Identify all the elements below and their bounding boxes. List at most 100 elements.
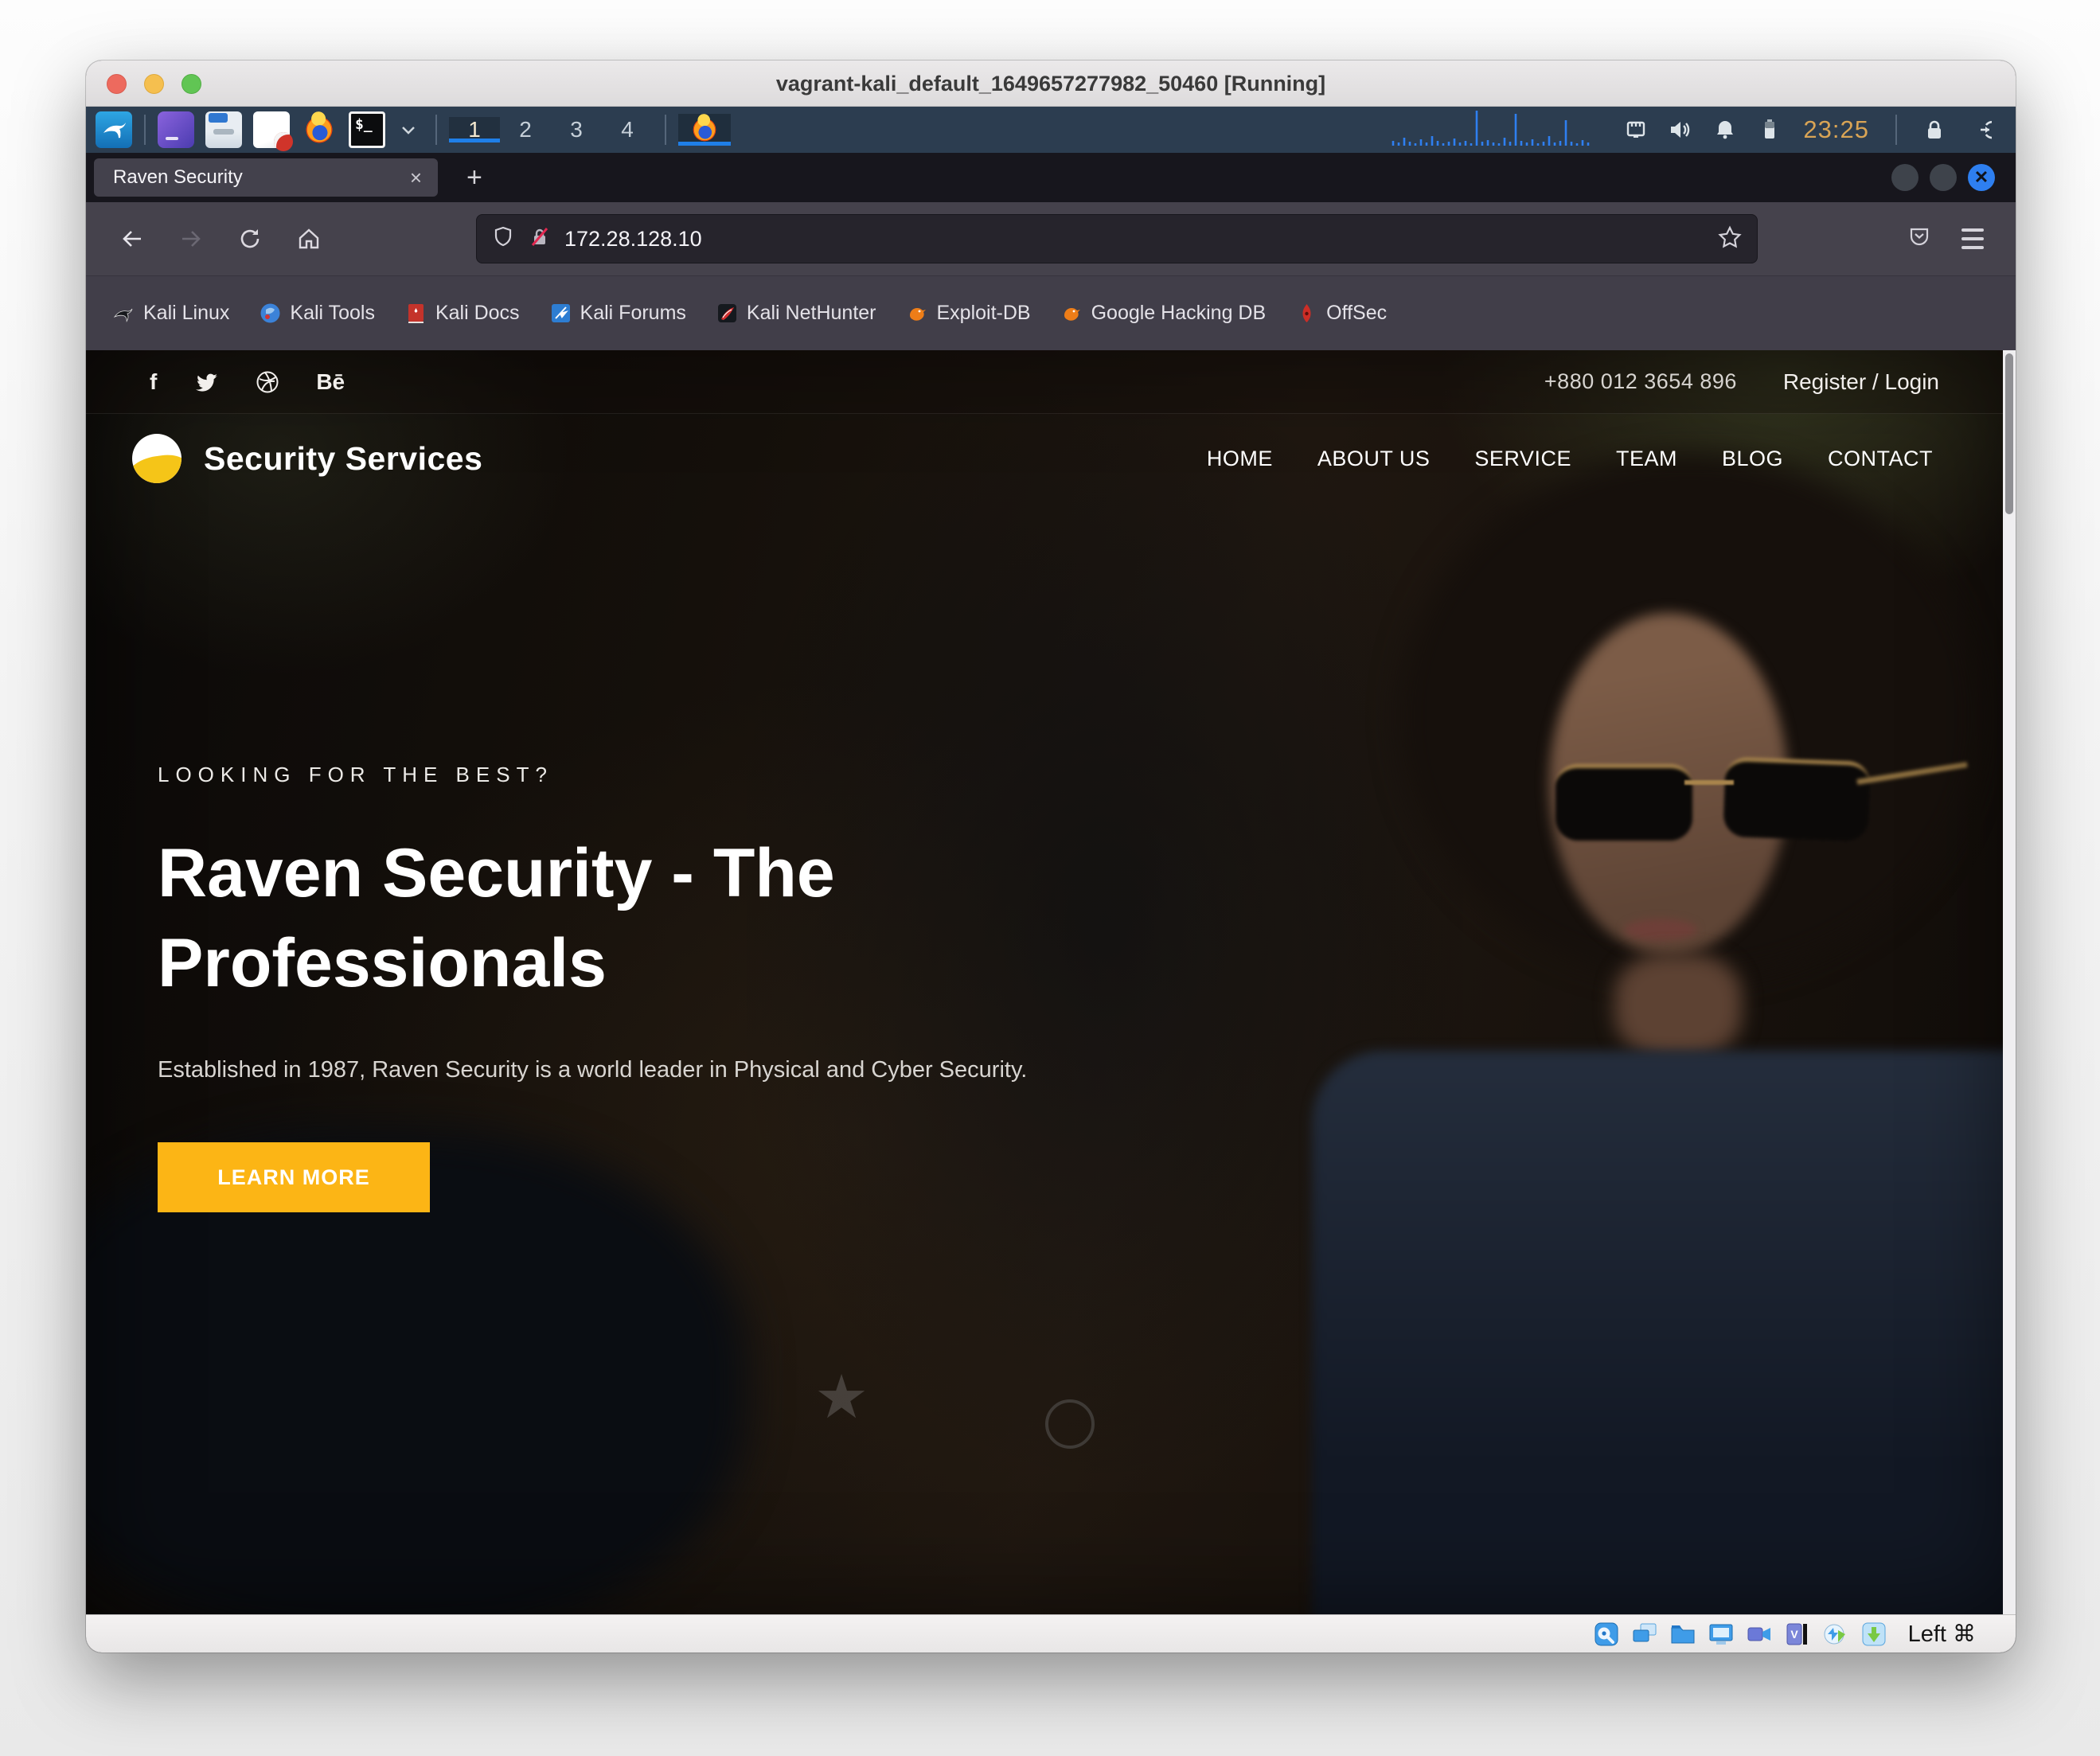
workspace-2[interactable]: 2 xyxy=(500,117,551,142)
site-header: Security Services HOME ABOUT US SERVICE … xyxy=(86,414,2003,503)
workspace-4[interactable]: 4 xyxy=(602,117,653,142)
hero-eyebrow: LOOKING FOR THE BEST? xyxy=(158,763,1272,787)
display-status-icon[interactable] xyxy=(1708,1621,1735,1648)
learn-more-button[interactable]: LEARN MORE xyxy=(158,1142,430,1212)
firefox-launcher-icon[interactable] xyxy=(301,111,338,148)
nav-team[interactable]: TEAM xyxy=(1616,447,1677,471)
nav-home[interactable]: HOME xyxy=(1207,447,1273,471)
nav-blog[interactable]: BLOG xyxy=(1722,447,1783,471)
dribbble-icon[interactable] xyxy=(256,370,279,394)
navigation-toolbar: 172.28.128.10 xyxy=(86,202,2016,275)
bookmark-google-hacking-db[interactable]: Google Hacking DB xyxy=(1061,302,1267,325)
desktop-background: vagrant-kali_default_1649657277982_50460… xyxy=(0,0,2100,1756)
displays-status-icon[interactable] xyxy=(1631,1621,1658,1648)
notifications-bell-icon[interactable] xyxy=(1706,111,1744,149)
bookmark-kali-nethunter[interactable]: Kali NetHunter xyxy=(716,302,876,325)
tracking-shield-icon[interactable] xyxy=(491,225,515,253)
cpu-status-icon[interactable]: V xyxy=(1784,1621,1811,1648)
tab-title: Raven Security xyxy=(113,166,407,189)
site-topbar: f Bē +880 012 3654 896 Register / Login xyxy=(86,350,2003,414)
site-logo-icon[interactable] xyxy=(132,434,182,483)
vm-window-title: vagrant-kali_default_1649657277982_50460… xyxy=(86,60,2016,107)
home-button[interactable] xyxy=(287,217,331,261)
url-text[interactable]: 172.28.128.10 xyxy=(564,227,1704,252)
firefox-icon xyxy=(689,114,720,146)
system-tray: 23:25 xyxy=(1617,107,2016,153)
network-adapter-status-icon[interactable] xyxy=(1822,1621,1849,1648)
bookmark-kali-docs[interactable]: Kali Docs xyxy=(405,302,520,325)
google-hacking-db-icon xyxy=(1061,302,1083,324)
browser-maximize-button[interactable] xyxy=(1930,164,1957,191)
browser-window-controls: ✕ xyxy=(1891,164,1995,191)
network-icon[interactable] xyxy=(1617,111,1655,149)
exploit-db-icon xyxy=(907,302,928,324)
hero-section: LOOKING FOR THE BEST? Raven Security - T… xyxy=(158,763,1272,1212)
shared-folder-status-icon[interactable] xyxy=(1669,1621,1696,1648)
twitter-icon[interactable] xyxy=(193,369,219,395)
kali-nethunter-icon xyxy=(716,302,738,324)
facebook-icon[interactable]: f xyxy=(150,369,157,395)
panel-separator xyxy=(1895,115,1897,145)
chevron-down-icon[interactable] xyxy=(396,120,420,139)
show-desktop-icon[interactable] xyxy=(158,111,194,148)
tab-raven-security[interactable]: Raven Security × xyxy=(94,158,438,197)
volume-icon[interactable] xyxy=(1661,111,1700,149)
bookmark-kali-linux[interactable]: Kali Linux xyxy=(113,302,229,325)
panel-clock[interactable]: 23:25 xyxy=(1795,115,1877,144)
kali-panel: $_ 1 2 3 4 xyxy=(86,107,2016,153)
vm-titlebar: vagrant-kali_default_1649657277982_50460… xyxy=(86,60,2016,107)
new-tab-button[interactable]: + xyxy=(459,162,490,193)
cpu-activity-graph[interactable] xyxy=(1392,103,1598,151)
back-button[interactable] xyxy=(110,217,154,261)
log-out-icon[interactable] xyxy=(1960,111,1998,149)
firefox-browser: Raven Security × + ✕ xyxy=(86,153,2016,1614)
battery-icon[interactable] xyxy=(1751,111,1789,149)
behance-icon[interactable]: Bē xyxy=(316,369,345,395)
url-bar[interactable]: 172.28.128.10 xyxy=(476,214,1758,263)
text-editor-icon[interactable] xyxy=(253,111,290,148)
kali-menu-icon[interactable] xyxy=(96,111,132,148)
lock-screen-icon[interactable] xyxy=(1915,111,1954,149)
page-viewport: ★ f Bē +880 012 3654 89 xyxy=(86,350,2016,1614)
virtualbox-vm-window: vagrant-kali_default_1649657277982_50460… xyxy=(86,60,2016,1653)
register-login-link[interactable]: Register / Login xyxy=(1783,369,1939,395)
hero-description: Established in 1987, Raven Security is a… xyxy=(158,1057,1272,1083)
workspace-3[interactable]: 3 xyxy=(551,117,602,142)
workspace-1[interactable]: 1 xyxy=(449,117,500,142)
close-tab-icon[interactable]: × xyxy=(407,166,425,190)
bookmark-kali-forums[interactable]: Kali Forums xyxy=(550,302,686,325)
menu-hamburger-icon[interactable] xyxy=(1957,224,1989,254)
pocket-icon[interactable] xyxy=(1906,224,1933,255)
phone-number[interactable]: +880 012 3654 896 xyxy=(1544,369,1737,394)
bookmark-exploit-db[interactable]: Exploit-DB xyxy=(907,302,1031,325)
insecure-lock-icon[interactable] xyxy=(528,225,552,253)
panel-separator xyxy=(144,115,146,145)
bookmark-offsec[interactable]: OffSec xyxy=(1296,302,1387,325)
page-scrollbar-track xyxy=(2003,350,2016,1614)
usb-download-status-icon[interactable] xyxy=(1860,1621,1887,1648)
taskbar-firefox-window[interactable] xyxy=(678,114,731,146)
nav-about-us[interactable]: ABOUT US xyxy=(1317,447,1431,471)
file-manager-icon[interactable] xyxy=(205,111,242,148)
reload-button[interactable] xyxy=(228,217,272,261)
page-scrollbar-thumb[interactable] xyxy=(2005,353,2013,514)
terminal-icon[interactable]: $_ xyxy=(349,111,385,148)
site-brand[interactable]: Security Services xyxy=(204,440,482,478)
kali-forums-icon xyxy=(550,302,572,324)
nav-contact[interactable]: CONTACT xyxy=(1828,447,1933,471)
forward-button[interactable] xyxy=(169,217,213,261)
hard-disk-status-icon[interactable] xyxy=(1593,1621,1620,1648)
bookmark-star-icon[interactable] xyxy=(1717,224,1743,254)
nav-service[interactable]: SERVICE xyxy=(1474,447,1571,471)
browser-close-button[interactable]: ✕ xyxy=(1968,164,1995,191)
webcam-status-icon[interactable] xyxy=(1746,1621,1773,1648)
panel-separator xyxy=(665,115,666,145)
hero-title: Raven Security - The Professionals xyxy=(158,829,1129,1008)
kali-docs-icon xyxy=(405,302,427,324)
offsec-icon xyxy=(1296,302,1317,324)
social-links: f Bē xyxy=(150,369,345,395)
browser-minimize-button[interactable] xyxy=(1891,164,1918,191)
bookmark-kali-tools[interactable]: Kali Tools xyxy=(260,302,375,325)
svg-text:V: V xyxy=(1790,1628,1798,1641)
kali-linux-icon xyxy=(113,302,135,324)
